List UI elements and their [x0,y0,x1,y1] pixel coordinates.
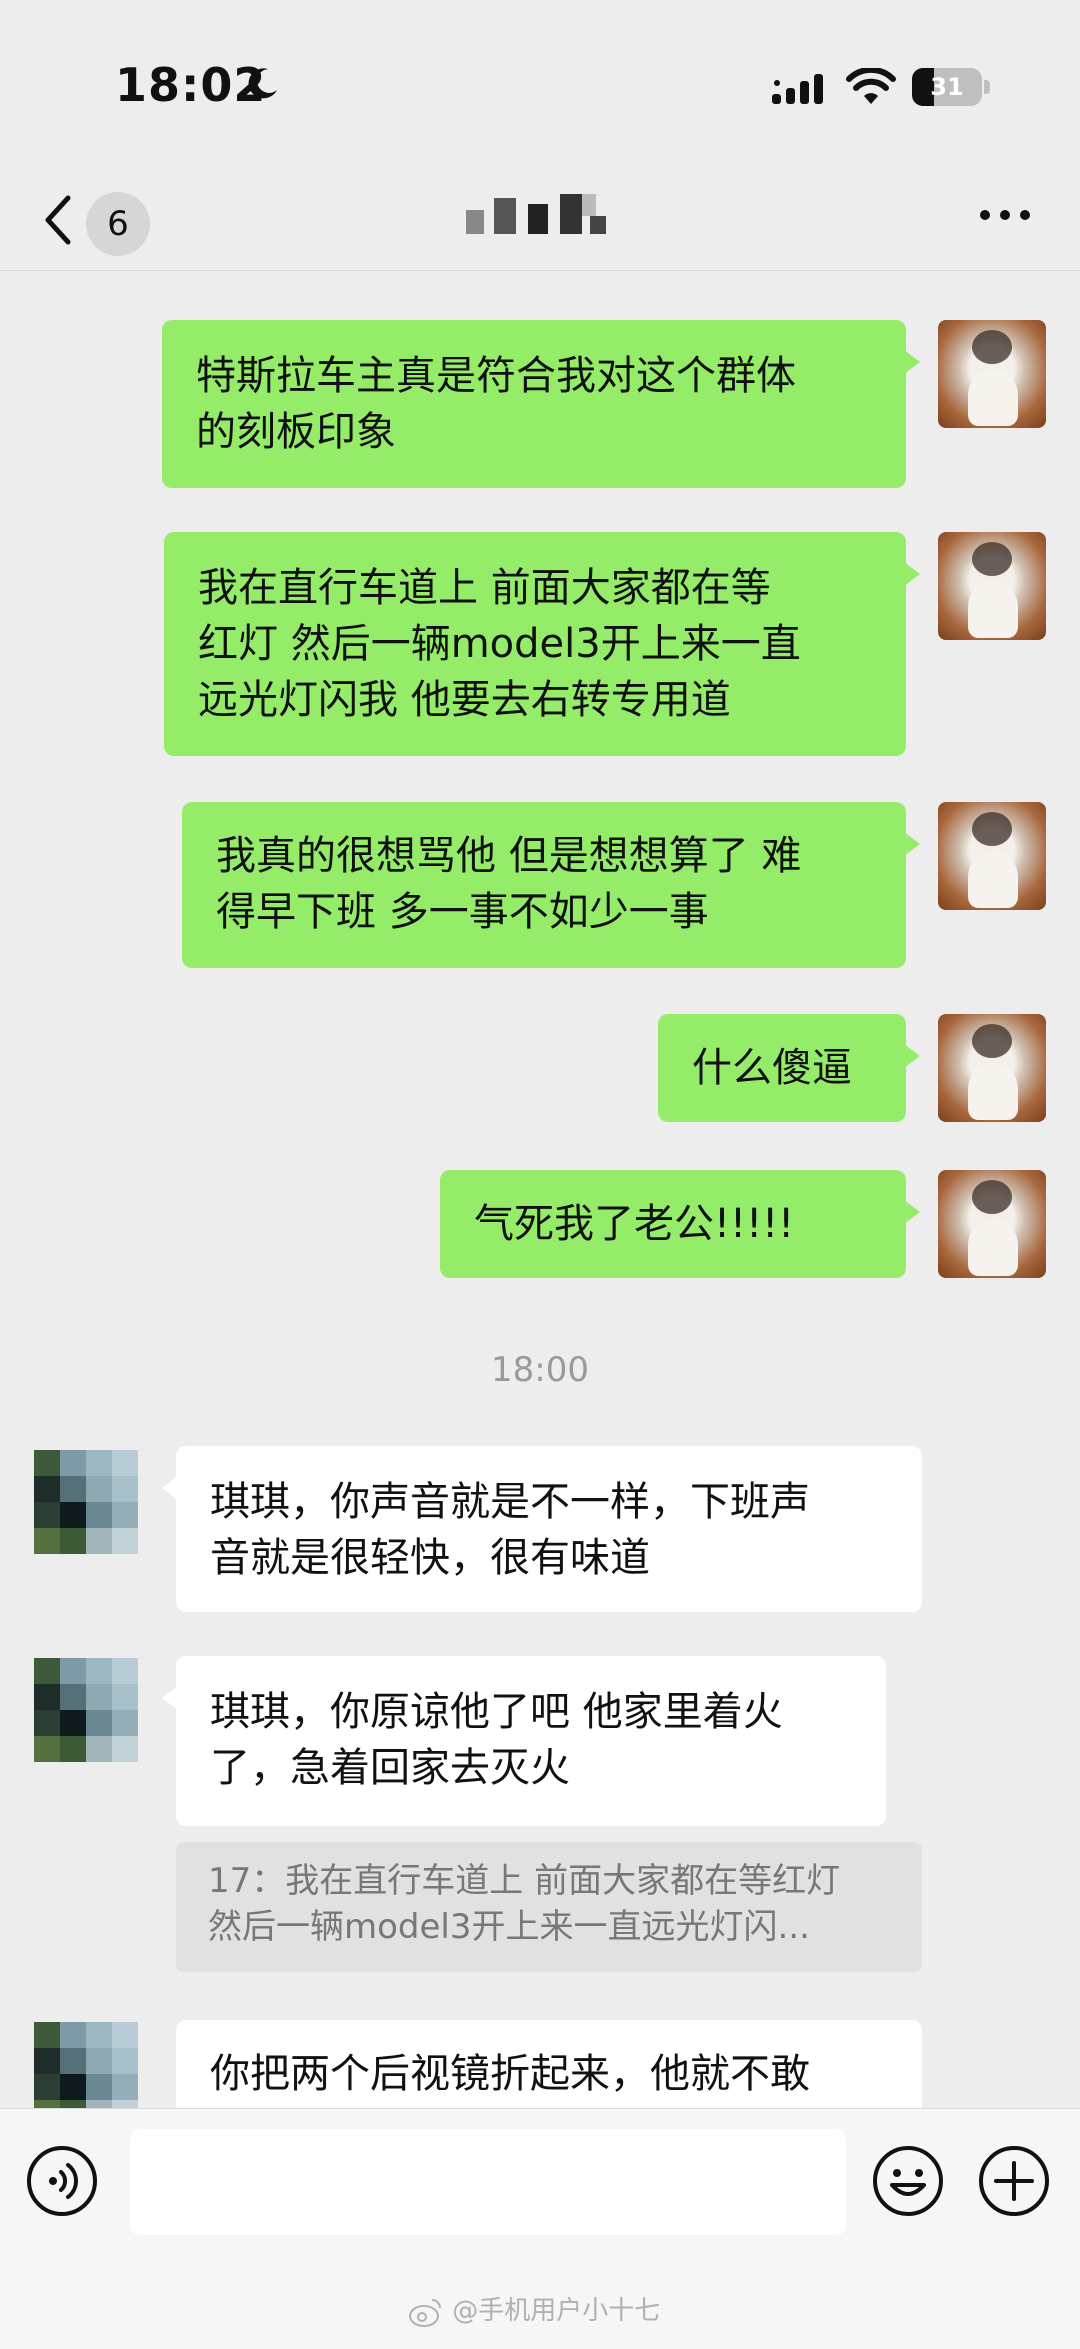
message-line: 琪琪，你声音就是不一样，下班声 [210,1479,810,1525]
watermark-text: @手机用户小十七 [452,2296,661,2326]
incoming-message-2[interactable]: 琪琪，你原谅他了吧 他家里着火 了，急着回家去灭火 [162,1656,886,1826]
message-line: 你把两个后视镜折起来，他就不敢 [210,2051,810,2097]
wifi-icon [846,68,896,104]
unread-count-badge[interactable]: 6 [86,192,150,256]
chat-header: 6 [0,170,1080,271]
my-avatar[interactable] [938,532,1046,640]
emoji-icon[interactable] [872,2145,944,2217]
message-line: 琪琪，你原谅他了吧 他家里着火 [210,1689,783,1735]
message-line: 气死我了老公!!!!! [474,1201,795,1247]
more-functions-plus-icon[interactable] [978,2145,1050,2217]
message-line: 红灯 然后一辆model3开上来一直 [198,621,801,667]
incoming-message-1[interactable]: 琪琪，你声音就是不一样，下班声 音就是很轻快，很有味道 [162,1446,922,1612]
chat-timestamp: 18:00 [491,1350,589,1390]
battery-tip [984,80,990,94]
message-line: 了，急着回家去灭火 [210,1745,570,1791]
weibo-watermark: @手机用户小十七 [408,2290,660,2328]
battery-level: 31 [930,73,964,101]
quoted-message[interactable]: 17：我在直行车道上 前面大家都在等红灯 然后一辆model3开上来一直远光灯闪… [176,1842,922,1972]
chat-title-pixelated [466,190,616,242]
outgoing-message-4[interactable]: 什么傻逼 [658,1014,920,1122]
message-line: 什么傻逼 [692,1045,852,1091]
message-line: 的刻板印象 [196,409,396,455]
battery-icon: 31 [912,68,982,106]
outgoing-message-5[interactable]: 气死我了老公!!!!! [440,1170,920,1278]
outgoing-message-2[interactable]: 我在直行车道上 前面大家都在等 红灯 然后一辆model3开上来一直 远光灯闪我… [164,532,920,756]
message-line: 特斯拉车主真是符合我对这个群体 [196,353,796,399]
weibo-logo-icon [409,2298,441,2327]
moon-icon [248,68,277,99]
back-chevron-icon[interactable] [40,190,76,250]
my-avatar[interactable] [938,1170,1046,1278]
more-options-icon[interactable] [980,210,1034,224]
my-avatar[interactable] [938,802,1046,910]
message-line: 我在直行车道上 前面大家都在等 [198,565,771,611]
outgoing-message-1[interactable]: 特斯拉车主真是符合我对这个群体 的刻板印象 [162,320,920,488]
message-line: 音就是很轻快，很有味道 [210,1535,650,1581]
sender-avatar[interactable] [34,1450,138,1554]
message-line: 远光灯闪我 他要去右转专用道 [198,677,731,723]
message-input[interactable] [130,2129,846,2235]
incoming-message-3[interactable]: 你把两个后视镜折起来，他就不敢 [176,2020,922,2108]
message-line: 得早下班 多一事不如少一事 [216,889,709,935]
quote-line: 17：我在直行车道上 前面大家都在等红灯 [208,1861,841,1901]
message-line: 我真的很想骂他 但是想想算了 难 [216,833,802,879]
my-avatar[interactable] [938,320,1046,428]
signal-icon [772,74,823,104]
sender-avatar[interactable] [34,1658,138,1762]
status-time: 18:02 [115,58,267,112]
status-bar: 18:02 31 [0,0,1080,170]
my-avatar[interactable] [938,1014,1046,1122]
quote-line: 然后一辆model3开上来一直远光灯闪... [208,1907,810,1947]
outgoing-message-3[interactable]: 我真的很想骂他 但是想想算了 难 得早下班 多一事不如少一事 [182,802,920,968]
voice-input-icon[interactable] [26,2145,98,2217]
